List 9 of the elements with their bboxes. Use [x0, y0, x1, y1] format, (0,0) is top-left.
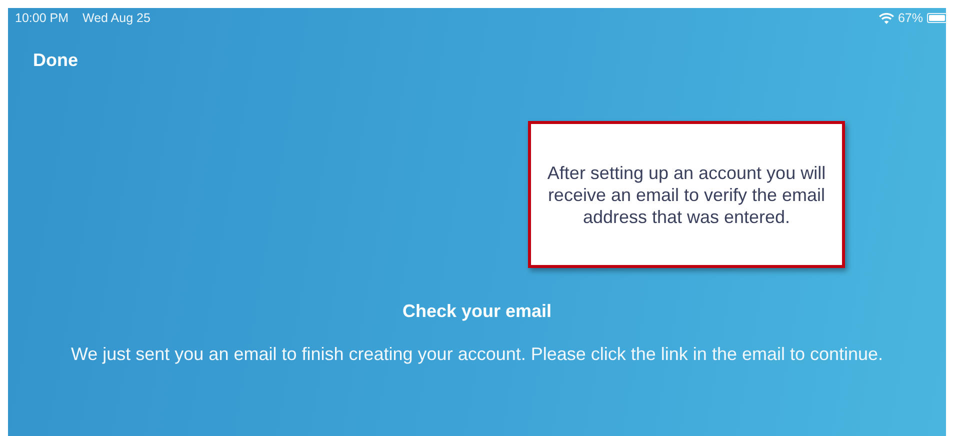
battery-icon [927, 13, 946, 23]
done-button[interactable]: Done [33, 50, 78, 71]
status-date: Wed Aug 25 [82, 11, 150, 25]
battery-percent: 67% [898, 11, 923, 25]
message-body: We just sent you an email to finish creating your account. Please click the link in the email to continue. [70, 343, 884, 366]
wifi-icon [878, 12, 894, 24]
status-time: 10:00 PM [15, 11, 69, 25]
message-title: Check your email [401, 301, 553, 322]
callout-text: After setting up an account you will receive an email to verify the email address that was entered. [547, 162, 826, 228]
